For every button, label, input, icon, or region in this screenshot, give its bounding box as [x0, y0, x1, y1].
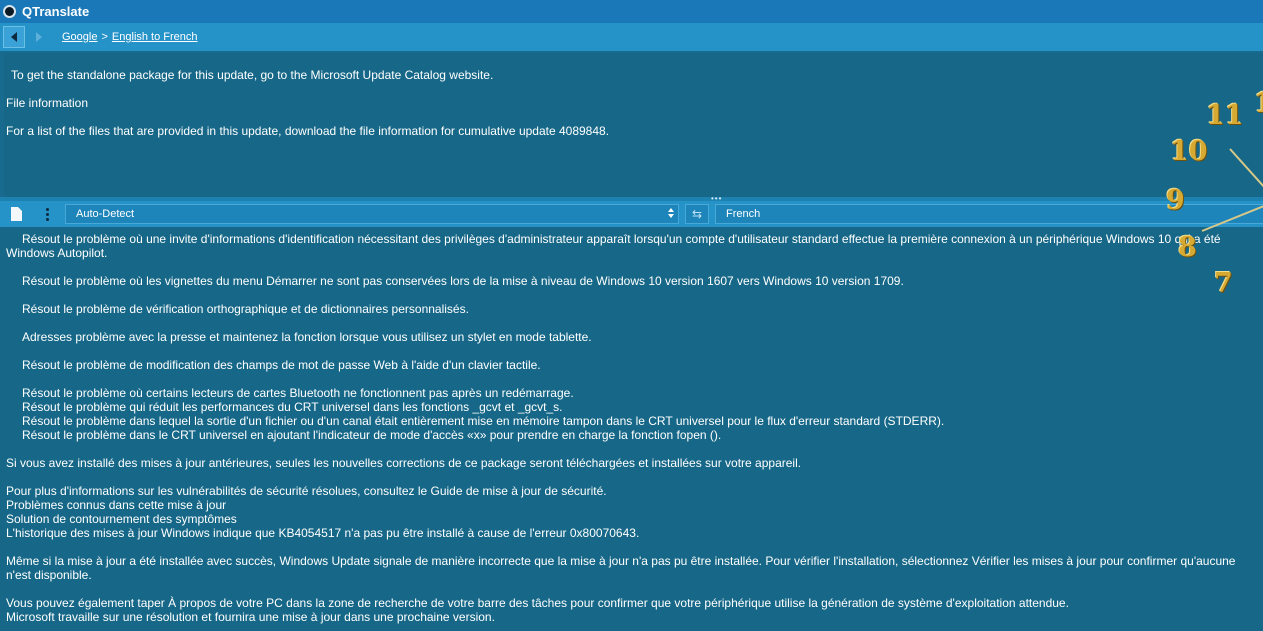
- breadcrumb-direction-link[interactable]: English to French: [112, 31, 198, 43]
- breadcrumb: Google > English to French: [62, 31, 198, 43]
- source-language-value: Auto-Detect: [76, 208, 135, 220]
- result-line: Résout le problème où les vignettes du m…: [22, 274, 904, 288]
- breadcrumb-service-link[interactable]: Google: [62, 31, 97, 43]
- more-options-button[interactable]: [36, 204, 58, 224]
- qtranslate-app-icon: [3, 5, 16, 18]
- result-line: Windows Autopilot.: [6, 246, 108, 260]
- translation-result-area[interactable]: Résout le problème où une invite d'infor…: [0, 227, 1263, 631]
- result-line: Même si la mise à jour a été installée a…: [6, 554, 1236, 568]
- result-line: Vous pouvez également taper À propos de …: [6, 596, 1069, 610]
- result-line: Adresses problème avec la presse et main…: [22, 330, 592, 344]
- result-line: Pour plus d'informations sur les vulnéra…: [6, 484, 607, 498]
- breadcrumb-separator: >: [101, 31, 108, 43]
- result-line: Problèmes connus dans cette mise à jour: [6, 498, 227, 512]
- title-bar: QTranslate: [0, 0, 1263, 23]
- source-language-select[interactable]: Auto-Detect: [65, 204, 679, 224]
- app-title: QTranslate: [22, 4, 90, 19]
- vertical-dots-icon: [45, 207, 49, 221]
- result-line: n'est disponible.: [6, 568, 92, 582]
- forward-button[interactable]: [28, 26, 50, 48]
- new-document-button[interactable]: [5, 204, 27, 224]
- result-line: Microsoft travaille sur une résolution e…: [6, 610, 495, 624]
- target-language-select[interactable]: French: [715, 204, 1263, 224]
- source-text-area[interactable]: To get the standalone package for this u…: [4, 53, 1263, 197]
- result-line: Résout le problème où une invite d'infor…: [22, 232, 1221, 246]
- back-button[interactable]: [3, 26, 25, 48]
- result-line: Résout le problème de vérification ortho…: [22, 302, 469, 316]
- arrow-left-icon: [11, 32, 17, 42]
- language-toolbar: Auto-Detect ⇆ French: [0, 201, 1263, 227]
- result-line: Résout le problème de modification des c…: [22, 358, 541, 372]
- arrow-right-icon: [36, 32, 42, 42]
- result-line: Résout le problème qui réduit les perfor…: [22, 400, 563, 414]
- result-line: Solution de contournement des symptômes: [6, 512, 237, 526]
- document-icon: [10, 207, 22, 221]
- source-line: File information: [6, 96, 89, 110]
- result-line: Si vous avez installé des mises à jour a…: [6, 456, 802, 470]
- swap-icon: ⇆: [691, 207, 703, 221]
- result-line: Résout le problème dans le CRT universel…: [22, 428, 722, 442]
- result-line: Résout le problème dans lequel la sortie…: [22, 414, 945, 428]
- navigation-bar: Google > English to French: [0, 23, 1263, 51]
- result-line: L'historique des mises à jour Windows in…: [6, 526, 640, 540]
- swap-languages-button[interactable]: ⇆: [685, 204, 709, 224]
- target-language-value: French: [726, 208, 761, 220]
- select-arrows-icon: [668, 208, 674, 218]
- source-line: For a list of the files that are provide…: [6, 124, 610, 138]
- source-line: To get the standalone package for this u…: [11, 68, 494, 82]
- result-line: Résout le problème où certains lecteurs …: [22, 386, 574, 400]
